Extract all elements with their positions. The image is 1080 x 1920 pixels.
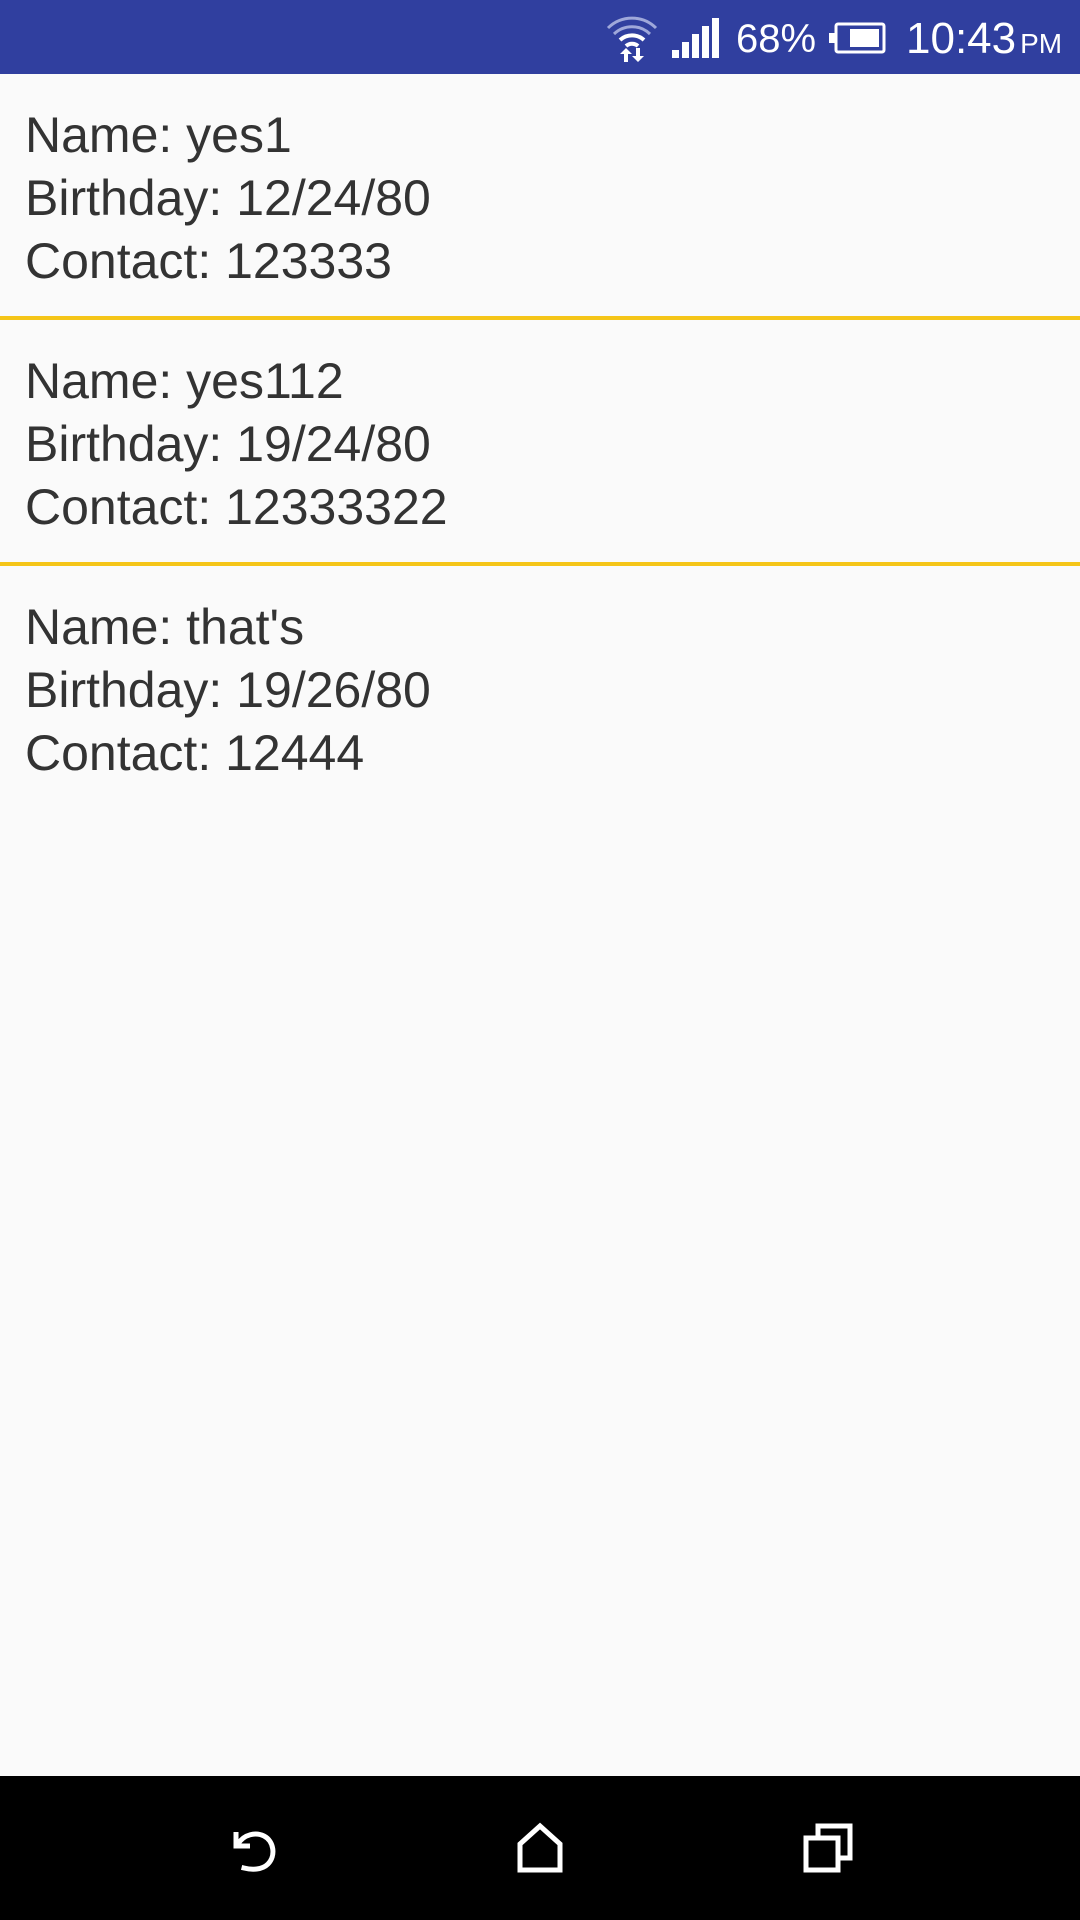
battery-icon bbox=[829, 22, 886, 54]
recents-button[interactable] bbox=[778, 1798, 878, 1898]
clock-time: 10:43 bbox=[906, 14, 1017, 63]
contact-list[interactable]: Name: yes1 Birthday: 12/24/80 Contact: 1… bbox=[0, 74, 1080, 1776]
list-item[interactable]: Name: yes1 Birthday: 12/24/80 Contact: 1… bbox=[0, 74, 1080, 320]
status-bar: 68% 10:43 PM bbox=[0, 0, 1080, 74]
clock: 10:43 PM bbox=[906, 12, 1062, 71]
item-birthday: Birthday: 12/24/80 bbox=[25, 170, 431, 226]
home-button[interactable] bbox=[490, 1798, 590, 1898]
item-birthday: Birthday: 19/24/80 bbox=[25, 416, 431, 472]
item-birthday: Birthday: 19/26/80 bbox=[25, 662, 431, 718]
item-contact: Contact: 123333 bbox=[25, 233, 392, 289]
home-icon bbox=[517, 1822, 563, 1873]
item-name: Name: yes1 bbox=[25, 107, 292, 163]
back-button[interactable] bbox=[204, 1798, 304, 1898]
list-item[interactable]: Name: that's Birthday: 19/26/80 Contact:… bbox=[0, 566, 1080, 812]
item-contact: Contact: 12333322 bbox=[25, 479, 448, 535]
clock-ampm: PM bbox=[1020, 28, 1063, 59]
recents-icon bbox=[803, 1823, 853, 1873]
back-icon bbox=[233, 1831, 276, 1872]
battery-percent: 68% bbox=[736, 17, 817, 61]
item-contact: Contact: 12444 bbox=[25, 725, 365, 781]
wifi-data-icon bbox=[606, 16, 658, 62]
list-item[interactable]: Name: yes112 Birthday: 19/24/80 Contact:… bbox=[0, 320, 1080, 566]
item-name: Name: yes112 bbox=[25, 353, 344, 409]
cell-signal-icon bbox=[672, 18, 719, 58]
item-name: Name: that's bbox=[25, 599, 305, 655]
navigation-bar bbox=[0, 1776, 1080, 1920]
